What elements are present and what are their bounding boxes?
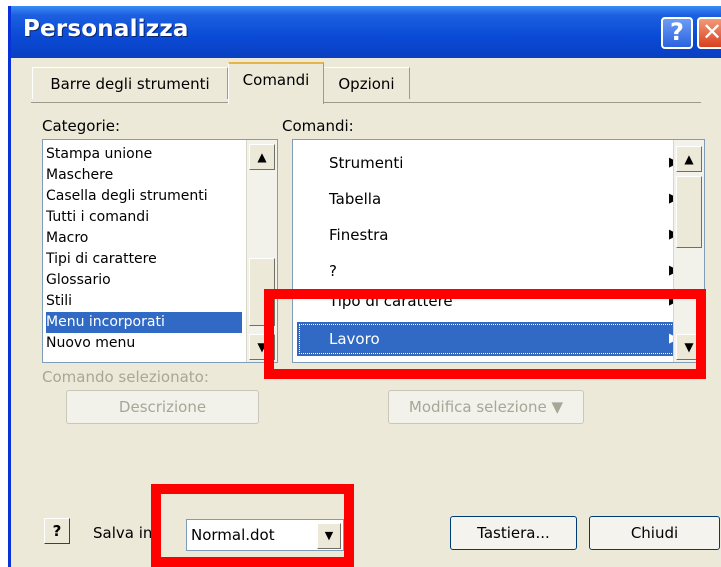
categories-label: Categorie:: [42, 117, 121, 135]
list-item[interactable]: Tipi di carattere: [46, 249, 242, 270]
customize-dialog: Personalizza ? ✕ Barre degli strumenti C…: [8, 6, 721, 567]
close-title-button[interactable]: ✕: [697, 17, 721, 49]
command-label: Strumenti: [329, 154, 404, 172]
list-item[interactable]: Glossario: [46, 270, 242, 291]
list-item[interactable]: Macro: [46, 228, 242, 249]
list-item[interactable]: Nuovo menu: [46, 333, 242, 354]
list-item[interactable]: ? ▶: [297, 254, 684, 288]
commands-label: Comandi:: [282, 117, 354, 135]
list-item[interactable]: Tipo di carattere ▶: [297, 296, 684, 312]
list-item-selected[interactable]: Menu incorporati: [46, 312, 242, 333]
list-item[interactable]: Stampa unione: [46, 144, 242, 165]
tab-comandi[interactable]: Comandi: [228, 62, 324, 104]
close-button[interactable]: Chiudi: [589, 516, 720, 550]
categories-scrollbar[interactable]: ▲ ▼: [246, 140, 277, 362]
tab-opzioni[interactable]: Opzioni: [324, 67, 410, 99]
command-label: Lavoro: [329, 330, 380, 348]
list-item[interactable]: Tutti i comandi: [46, 207, 242, 228]
list-item[interactable]: Casella degli strumenti: [46, 186, 242, 207]
command-label: Tipo di carattere: [329, 296, 453, 310]
list-item[interactable]: Finestra ▶: [297, 218, 684, 252]
scroll-thumb[interactable]: [249, 258, 275, 326]
categories-listbox[interactable]: Stampa unione Maschere Casella degli str…: [42, 139, 278, 363]
list-item-selected[interactable]: Lavoro ▶: [297, 322, 684, 356]
scroll-down-icon[interactable]: ▼: [249, 334, 275, 360]
commands-listbox[interactable]: Strumenti ▶ Tabella ▶ Finestra ▶ ? ▶ Tip…: [292, 139, 705, 363]
chevron-down-icon[interactable]: ▼: [317, 523, 341, 549]
modify-selection-button[interactable]: Modifica selezione ▼: [388, 390, 584, 424]
list-item[interactable]: Stili: [46, 291, 242, 312]
help-title-button[interactable]: ?: [661, 17, 693, 49]
commands-scrollbar[interactable]: ▲ ▼: [673, 140, 704, 362]
list-item[interactable]: Tabella ▶: [297, 182, 684, 216]
save-in-label: Salva in:: [93, 524, 158, 542]
title-bar[interactable]: Personalizza ? ✕: [11, 6, 721, 58]
list-item[interactable]: Strumenti ▶: [297, 146, 684, 180]
scroll-down-icon[interactable]: ▼: [676, 334, 702, 360]
keyboard-button[interactable]: Tastiera...: [450, 516, 577, 550]
scroll-up-icon[interactable]: ▲: [249, 144, 275, 170]
description-button[interactable]: Descrizione: [66, 390, 259, 424]
list-item[interactable]: Maschere: [46, 165, 242, 186]
scroll-thumb[interactable]: [676, 176, 702, 248]
command-label: Tabella: [329, 190, 382, 208]
save-in-combobox[interactable]: Normal.dot ▼: [186, 519, 344, 551]
tab-barre-degli-strumenti[interactable]: Barre degli strumenti: [32, 67, 228, 99]
tab-divider: [31, 102, 701, 103]
screen: Personalizza ? ✕ Barre degli strumenti C…: [0, 0, 721, 567]
command-label: ?: [329, 262, 337, 280]
help-icon[interactable]: ?: [44, 518, 70, 544]
save-in-value: Normal.dot: [191, 526, 275, 544]
command-label: Finestra: [329, 226, 389, 244]
scroll-up-icon[interactable]: ▲: [676, 146, 702, 172]
window-title: Personalizza: [23, 16, 189, 42]
selected-command-label: Comando selezionato:: [42, 368, 209, 386]
